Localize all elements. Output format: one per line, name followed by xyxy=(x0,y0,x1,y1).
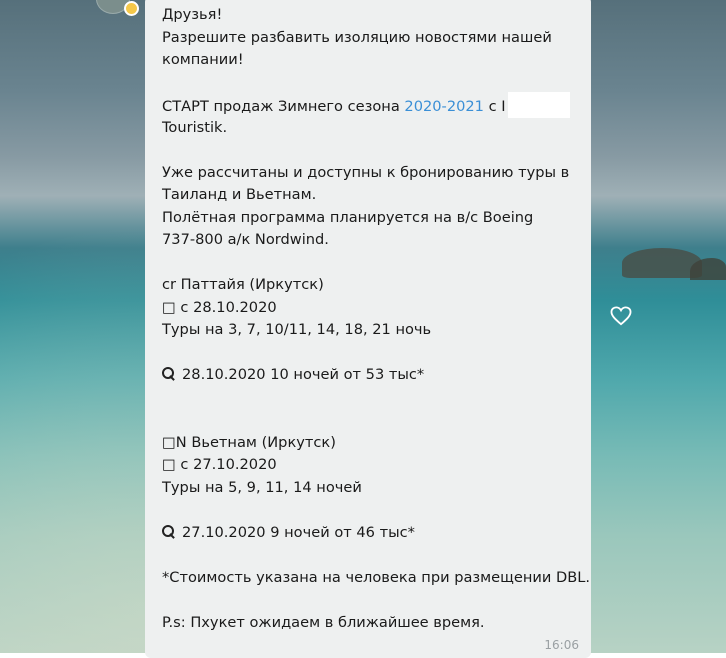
message-time: 16:06 xyxy=(544,638,579,652)
message-line xyxy=(162,409,579,432)
message-line: 28.10.2020 10 ночей от 53 тыс* xyxy=(162,364,579,387)
message-line: Уже рассчитаны и доступны к бронированию… xyxy=(162,163,570,181)
line-text: с I xyxy=(483,98,506,115)
season-link[interactable]: 2020-2021 xyxy=(404,98,484,115)
message-line: Таиланд и Вьетнам. xyxy=(162,186,317,203)
message-line: компании! xyxy=(162,51,244,68)
message-line: Touristik. xyxy=(162,118,228,136)
redacted-block xyxy=(507,92,570,118)
message-line xyxy=(162,544,579,567)
message-line: Полётная программа планируется на в/с Bo… xyxy=(162,208,534,226)
heart-outline-icon[interactable] xyxy=(610,306,632,326)
line-text: 27.10.2020 9 ночей от 46 тыс* xyxy=(182,523,415,541)
message-line: 27.10.2020 9 ночей от 46 тыс* xyxy=(162,522,579,545)
message-line xyxy=(162,72,579,95)
message-line xyxy=(162,342,579,365)
message-line: *Стоимость указана на человека при разме… xyxy=(162,568,591,586)
background-island xyxy=(690,258,726,280)
message-bubble[interactable]: Друзья! Разрешите разбавить изоляцию ново… xyxy=(145,0,591,658)
message-line: Туры на 3, 7, 10/11, 14, 18, 21 ночь xyxy=(162,321,432,338)
message-line xyxy=(162,589,579,612)
message-line: СТАРТ продаж Зимнего сезона 2020-2021 с … xyxy=(162,92,579,118)
search-icon xyxy=(162,524,175,538)
message-line: 737-800 а/к Nordwind. xyxy=(162,231,329,248)
message-text: Друзья! Разрешите разбавить изоляцию ново… xyxy=(162,4,591,634)
message-line: □N Вьетнам (Иркутск) xyxy=(162,433,336,451)
message-line xyxy=(162,139,579,162)
message-line: □ с 28.10.2020 xyxy=(162,298,277,316)
message-line: Разрешите разбавить изоляцию новостями н… xyxy=(162,28,552,46)
search-icon xyxy=(162,367,175,380)
message-line: Друзья! xyxy=(162,6,223,23)
message-line xyxy=(162,252,579,275)
message-line: □ с 27.10.2020 xyxy=(162,456,277,473)
line-text: СТАРТ продаж Зимнего сезона xyxy=(162,98,405,115)
message-line xyxy=(162,387,579,410)
line-text: 28.10.2020 10 ночей от 53 тыс* xyxy=(182,366,425,383)
message-line xyxy=(162,499,579,522)
message-line: P.s: Пхукет ожидаем в ближайшее время. xyxy=(162,613,485,631)
message-line: cr Паттайя (Иркутск) xyxy=(162,276,324,293)
star-badge-icon xyxy=(124,1,139,16)
message-line: Туры на 5, 9, 11, 14 ночей xyxy=(162,478,362,496)
